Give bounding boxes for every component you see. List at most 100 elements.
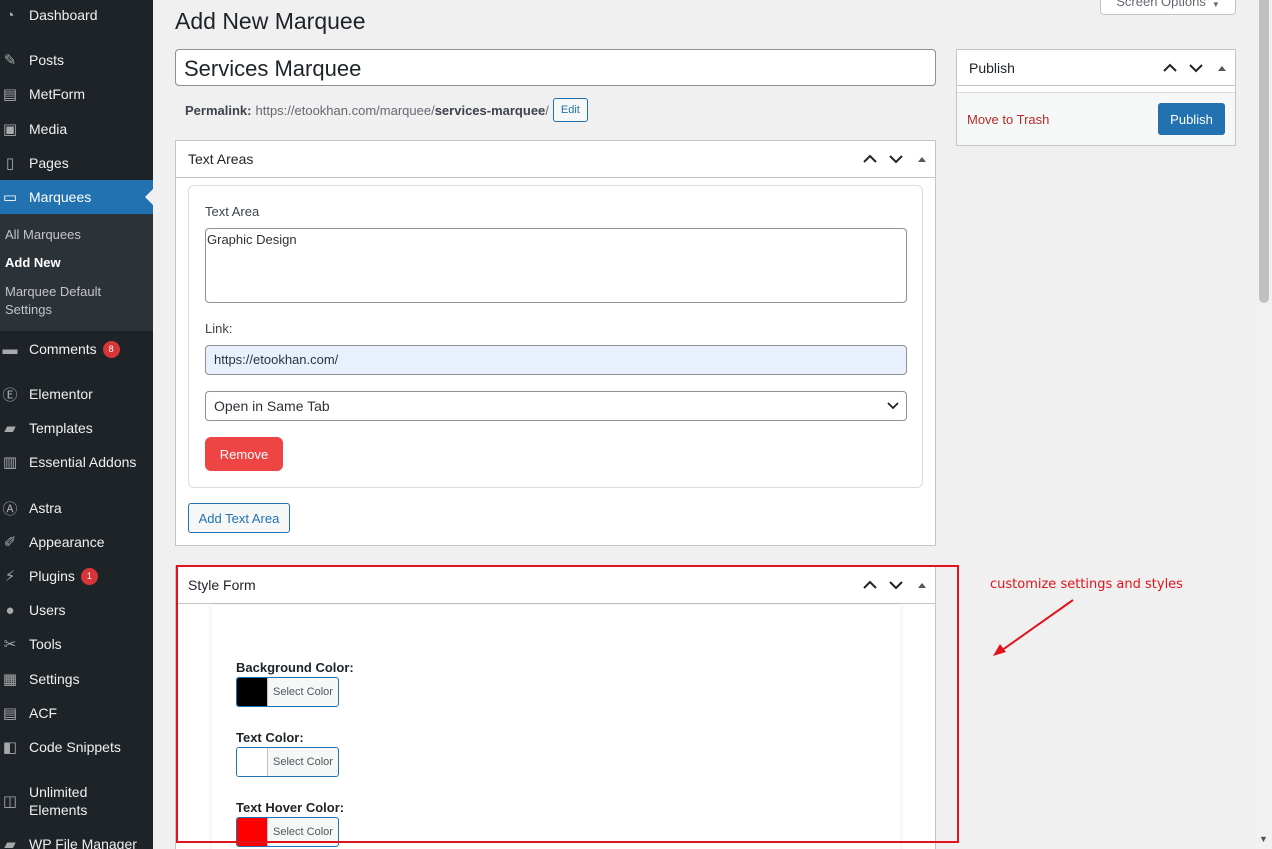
text-area-item: Text Area Graphic Design Link: https://e… [188, 185, 923, 488]
annotation-arrow-icon [993, 599, 1074, 656]
permalink-row: Permalink: https://etookhan.com/marquee/… [185, 98, 588, 122]
color-swatch [237, 678, 268, 706]
annotation-text: customize settings and styles [990, 577, 1183, 592]
menu-item-essential-addons[interactable]: ▥ Essential Addons [0, 445, 153, 479]
edit-permalink-button[interactable]: Edit [552, 98, 588, 122]
permalink-slug[interactable]: services-marquee [435, 103, 546, 118]
color-swatch [237, 748, 268, 776]
marquee-icon: ▭ [2, 189, 18, 206]
collapse-icon[interactable] [909, 567, 935, 603]
menu-label: Dashboard [29, 7, 98, 23]
pushpin-icon: ✎ [3, 52, 17, 69]
publish-title: Publish [969, 59, 1015, 76]
permalink-suffix: / [545, 102, 549, 118]
menu-item-comments[interactable]: ▬ Comments 8 [0, 332, 153, 366]
text-hover-color-picker[interactable]: Select Color [236, 817, 339, 847]
publish-header: Publish [957, 50, 1235, 86]
menu-item-templates[interactable]: ▰ Templates [0, 411, 153, 445]
menu-item-appearance[interactable]: ✐ Appearance [0, 525, 153, 559]
move-down-icon[interactable] [883, 141, 909, 177]
menu-item-tools[interactable]: ✂ Tools [0, 627, 153, 661]
style-form-card: Background Color: Select Color Text Colo… [212, 605, 900, 849]
text-hover-color-label: Text Hover Color: [236, 800, 345, 815]
link-input[interactable]: https://etookhan.com/ [205, 345, 907, 375]
scrollbar-thumb[interactable] [1259, 0, 1269, 303]
screen-options-button[interactable]: Screen Options ▼ [1100, 0, 1236, 15]
background-color-picker[interactable]: Select Color [236, 677, 339, 707]
menu-item-astra[interactable]: Ⓐ Astra [0, 491, 153, 525]
collapse-icon[interactable] [909, 141, 935, 177]
menu-item-pages[interactable]: ▯ Pages [0, 146, 153, 180]
style-form-title: Style Form [188, 577, 256, 593]
move-up-icon[interactable] [1157, 50, 1183, 86]
text-area-input[interactable]: Graphic Design [205, 228, 907, 303]
remove-button[interactable]: Remove [205, 437, 283, 471]
menu-label: Elementor [29, 386, 93, 402]
chevron-down-icon: ▼ [1211, 0, 1220, 9]
admin-sidebar: ◔ Dashboard ✎ Posts ▤ MetForm ▣ Media ▯ … [0, 0, 153, 849]
text-color-picker[interactable]: Select Color [236, 747, 339, 777]
link-target-value: Open in Same Tab [214, 398, 330, 414]
text-areas-header: Text Areas [176, 141, 935, 178]
wrench-icon: ✂ [3, 636, 17, 653]
permalink-label: Permalink: [185, 102, 252, 118]
menu-item-code-snippets[interactable]: ◧ Code Snippets [0, 730, 153, 764]
menu-label: MetForm [29, 86, 85, 102]
menu-label: Tools [29, 636, 62, 652]
publish-button[interactable]: Publish [1158, 103, 1225, 135]
menu-item-unlimited-elements[interactable]: ◫ Unlimited Elements [0, 779, 153, 823]
menu-label: Templates [29, 420, 93, 436]
menu-item-metform[interactable]: ▤ MetForm [0, 77, 153, 111]
menu-item-posts[interactable]: ✎ Posts [0, 43, 153, 77]
menu-item-marquees[interactable]: ▭ Marquees [0, 180, 153, 214]
menu-item-settings[interactable]: ▦ Settings [0, 662, 153, 696]
menu-item-dashboard[interactable]: ◔ Dashboard [0, 0, 153, 32]
add-text-area-button[interactable]: Add Text Area [188, 503, 290, 533]
permalink-base[interactable]: https://etookhan.com/marquee/ [255, 103, 434, 118]
submenu-item-default-settings[interactable]: Marquee Default Settings [5, 283, 145, 319]
menu-item-elementor[interactable]: Ⓔ Elementor [0, 377, 153, 411]
metabox-handle-buttons [1157, 50, 1235, 86]
chevron-down-icon [886, 398, 900, 415]
active-menu-arrow [145, 189, 153, 205]
menu-label: Plugins [29, 568, 75, 584]
collapse-icon[interactable] [1209, 50, 1235, 86]
menu-item-acf[interactable]: ▤ ACF [0, 696, 153, 730]
metabox-handle-buttons [857, 567, 935, 603]
menu-label: WP File Manager [29, 836, 137, 849]
addons-icon: ▥ [2, 454, 18, 471]
text-color-label: Text Color: [236, 730, 304, 745]
move-down-icon[interactable] [883, 567, 909, 603]
style-form-metabox: Style Form Background Color: Select Colo… [175, 566, 936, 849]
select-color-label: Select Color [273, 826, 333, 838]
submenu-item-add-new[interactable]: Add New [5, 254, 145, 272]
background-color-label: Background Color: [236, 660, 354, 675]
submenu-item-all-marquees[interactable]: All Marquees [5, 226, 145, 244]
move-up-icon[interactable] [857, 141, 883, 177]
astra-icon: Ⓐ [2, 500, 18, 518]
menu-item-users[interactable]: ● Users [0, 593, 153, 627]
link-target-select[interactable]: Open in Same Tab [205, 391, 907, 421]
comments-count-badge: 8 [102, 340, 120, 358]
menu-item-media[interactable]: ▣ Media [0, 112, 153, 146]
screen-options-label: Screen Options [1116, 0, 1206, 9]
menu-item-wp-file-manager[interactable]: ▰ WP File Manager [0, 827, 153, 849]
menu-label: Users [29, 602, 66, 618]
select-color-label: Select Color [273, 756, 333, 768]
form-icon: ▤ [2, 86, 18, 103]
comment-icon: ▬ [2, 340, 18, 358]
post-title-input[interactable]: Services Marquee [175, 49, 936, 86]
menu-label: Posts [29, 52, 65, 68]
style-form-header: Style Form [176, 567, 935, 604]
acf-icon: ▤ [2, 705, 18, 722]
scroll-down-arrow-icon[interactable]: ▼ [1259, 834, 1268, 844]
move-down-icon[interactable] [1183, 50, 1209, 86]
paintbrush-icon: ✐ [3, 534, 17, 551]
move-up-icon[interactable] [857, 567, 883, 603]
plugins-count-badge: 1 [80, 567, 98, 585]
move-to-trash-link[interactable]: Move to Trash [967, 112, 1049, 127]
plugin-icon: ⚡ [4, 568, 16, 585]
menu-label: Code Snippets [29, 739, 121, 755]
menu-label: Marquees [29, 189, 92, 205]
menu-item-plugins[interactable]: ⚡ Plugins 1 [0, 559, 153, 593]
